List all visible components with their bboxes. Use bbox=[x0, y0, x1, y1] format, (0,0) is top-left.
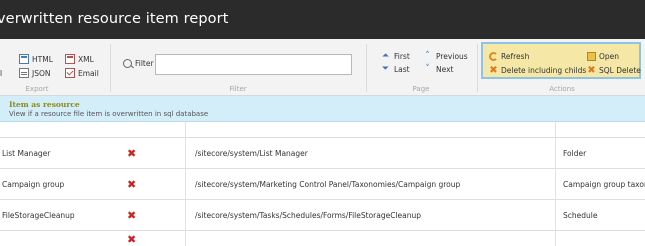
window-title: verwritten resource item report bbox=[0, 11, 229, 27]
row-name: List Manager bbox=[2, 148, 51, 158]
xml-file-icon bbox=[65, 54, 75, 64]
sql-delete-label: SQL Delete bbox=[599, 66, 641, 75]
table-row-partial: ✖ bbox=[0, 231, 645, 246]
row-path: /sitecore/system/Tasks/Schedules/Forms/F… bbox=[195, 210, 422, 220]
open-folder-icon bbox=[587, 52, 596, 61]
table-row[interactable]: List Manager ✖ /sitecore/system/List Man… bbox=[0, 138, 645, 169]
info-bar: Item as resource View if a resource file… bbox=[0, 96, 645, 122]
refresh-label: Refresh bbox=[501, 52, 530, 61]
row-template: Folder bbox=[563, 148, 587, 158]
export-html-button[interactable]: HTML bbox=[19, 53, 53, 65]
export-json-label: JSON bbox=[32, 68, 51, 78]
filter-group-label: Filter bbox=[229, 85, 247, 93]
ribbon-separator bbox=[477, 44, 478, 92]
row-path: /sitecore/system/List Manager bbox=[195, 148, 308, 158]
delete-including-childs-button[interactable]: ✖ Delete including childs bbox=[489, 65, 587, 76]
json-file-icon bbox=[19, 68, 29, 78]
export-group-label: Export bbox=[25, 85, 49, 93]
refresh-icon bbox=[489, 52, 498, 61]
row-path: /sitecore/system/Marketing Control Panel… bbox=[195, 179, 461, 189]
row-template: Schedule bbox=[563, 210, 598, 220]
results-table: List Manager ✖ /sitecore/system/List Man… bbox=[0, 122, 645, 246]
row-template: Campaign group taxonomy bbox=[563, 179, 645, 189]
row-name: Campaign group bbox=[2, 179, 65, 189]
column-divider bbox=[555, 122, 556, 246]
export-partial-button[interactable]: l bbox=[0, 67, 2, 79]
table-row[interactable]: Campaign group ✖ /sitecore/system/Market… bbox=[0, 169, 645, 200]
overwritten-x-icon: ✖ bbox=[127, 233, 137, 246]
email-icon bbox=[65, 68, 75, 78]
export-json-button[interactable]: JSON bbox=[19, 67, 51, 79]
export-xml-label: XML bbox=[78, 54, 94, 64]
ribbon-group-filter: Filter bbox=[112, 39, 364, 96]
delete-including-childs-label: Delete including childs bbox=[501, 66, 587, 75]
actions-highlight: Refresh ✖ Delete including childs Open ✖… bbox=[481, 42, 641, 79]
overwritten-x-icon: ✖ bbox=[127, 146, 137, 160]
export-partial-label: l bbox=[0, 68, 3, 78]
delete-icon: ✖ bbox=[489, 65, 498, 76]
sql-delete-icon: ✖ bbox=[587, 65, 596, 76]
export-xml-button[interactable]: XML bbox=[65, 53, 94, 65]
window-titlebar: verwritten resource item report bbox=[0, 0, 645, 39]
actions-group-label: Actions bbox=[549, 85, 575, 93]
row-name: FileStorageCleanup bbox=[2, 210, 75, 220]
export-html-label: HTML bbox=[32, 54, 53, 64]
ribbon-group-page: Page bbox=[366, 39, 476, 96]
refresh-button[interactable]: Refresh bbox=[489, 52, 529, 61]
info-title: Item as resource bbox=[9, 100, 80, 109]
open-label: Open bbox=[599, 52, 620, 61]
export-email-button[interactable]: Email bbox=[65, 67, 99, 79]
sql-delete-button[interactable]: ✖ SQL Delete bbox=[587, 65, 641, 76]
table-row-partial bbox=[0, 122, 645, 138]
page-group-label: Page bbox=[412, 85, 430, 93]
info-description: View if a resource file item is overwrit… bbox=[9, 110, 209, 118]
ribbon-group-export: l HTML JSON XML Email Export bbox=[0, 39, 110, 96]
overwritten-x-icon: ✖ bbox=[127, 177, 137, 191]
open-button[interactable]: Open bbox=[587, 52, 619, 61]
table-row[interactable]: FileStorageCleanup ✖ /sitecore/system/Ta… bbox=[0, 200, 645, 231]
html-file-icon bbox=[19, 54, 29, 64]
overwritten-x-icon: ✖ bbox=[127, 208, 137, 222]
export-email-label: Email bbox=[78, 68, 99, 78]
column-divider bbox=[185, 122, 186, 246]
ribbon-separator bbox=[110, 44, 111, 92]
